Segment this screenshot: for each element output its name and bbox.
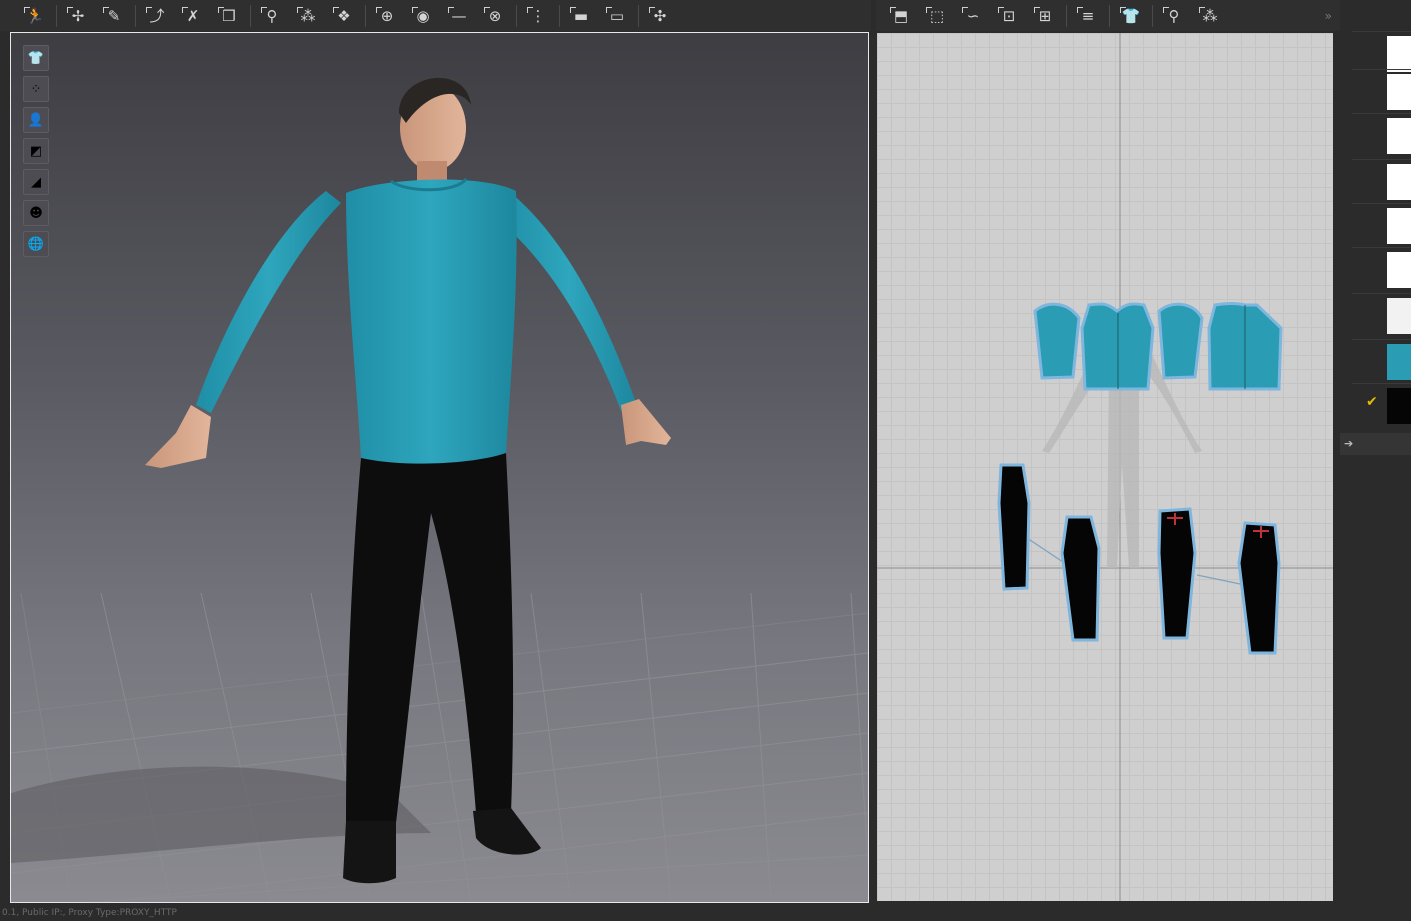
select-mesh-icon[interactable]: ⁂ bbox=[295, 4, 321, 28]
toolbar-separator bbox=[1066, 4, 1067, 27]
toolbar-separator bbox=[516, 4, 517, 27]
viewport-3d[interactable]: 👕 ⁘ 👤 ◩ ◢ ☻ 🌐 bbox=[10, 32, 869, 903]
avatar-left-shoe bbox=[343, 821, 396, 884]
status-bar: 0.1, Public IP:, Proxy Type:PROXY_HTTP bbox=[2, 908, 177, 918]
pattern-left-sleeve[interactable] bbox=[1033, 302, 1081, 380]
fabric-swatch[interactable] bbox=[1387, 74, 1411, 110]
edit-pattern-icon[interactable]: ⬒ bbox=[888, 4, 914, 28]
swatch-row[interactable] bbox=[1352, 113, 1411, 158]
reset-icon[interactable]: ✣ bbox=[647, 4, 673, 28]
avatar-left-hand bbox=[145, 405, 211, 468]
toolbar-separator bbox=[1152, 4, 1153, 27]
flat-arrange-icon[interactable]: ▭ bbox=[604, 4, 630, 28]
segment-sewing-icon[interactable]: ⊞ bbox=[1032, 4, 1058, 28]
fabric-swatch[interactable] bbox=[1387, 118, 1411, 154]
shadow-icon[interactable]: ◢ bbox=[23, 169, 49, 195]
texture-display-icon[interactable]: ◩ bbox=[23, 138, 49, 164]
environment-icon[interactable]: 🌐 bbox=[23, 231, 49, 257]
fold-icon[interactable]: ❒ bbox=[216, 4, 242, 28]
avatar-pants bbox=[346, 453, 514, 823]
tack-icon[interactable]: ⤴ bbox=[144, 4, 170, 28]
fold-arrange-icon[interactable]: ▬ bbox=[568, 4, 594, 28]
zipper-icon[interactable]: ⋮ bbox=[525, 4, 551, 28]
viewport-toolbar: 👕 ⁘ 👤 ◩ ◢ ☻ 🌐 bbox=[23, 45, 49, 257]
tack-remove-icon[interactable]: ✗ bbox=[180, 4, 206, 28]
avatar-left-arm bbox=[196, 191, 341, 413]
check-icon: ✔ bbox=[1366, 394, 1378, 410]
skin-icon[interactable]: ☻ bbox=[23, 200, 49, 226]
swatch-row[interactable] bbox=[1352, 69, 1411, 114]
avatar-shirt bbox=[346, 179, 517, 464]
swatch-row[interactable] bbox=[1352, 247, 1411, 292]
measure-line-icon[interactable]: — bbox=[446, 4, 472, 28]
fabric-icon[interactable]: ≡ bbox=[1075, 4, 1101, 28]
avatar-pose-icon[interactable]: 🏃 bbox=[22, 4, 48, 28]
pattern-pant-4[interactable] bbox=[1237, 521, 1281, 655]
fabric-swatch[interactable] bbox=[1387, 208, 1411, 244]
avatar-right-hand bbox=[621, 399, 671, 445]
garment-icon[interactable]: 👕 bbox=[1118, 4, 1144, 28]
floor-grid bbox=[11, 592, 868, 902]
swatch-row[interactable]: ✔ bbox=[1352, 383, 1411, 428]
avatar-display-icon[interactable]: 👤 bbox=[23, 107, 49, 133]
fabric-swatch[interactable] bbox=[1387, 298, 1411, 334]
edit-curve-icon[interactable]: ∽ bbox=[960, 4, 986, 28]
toolbar-separator bbox=[1109, 4, 1110, 27]
toolbar-separator bbox=[135, 4, 136, 27]
garment-display-icon[interactable]: 👕 bbox=[23, 45, 49, 71]
toolbar-overflow-icon[interactable]: » bbox=[1325, 9, 1332, 23]
buttonhole-icon[interactable]: ◉ bbox=[410, 4, 436, 28]
toolbar-separator bbox=[638, 4, 639, 27]
fabric-swatch[interactable] bbox=[1387, 344, 1411, 380]
sewing-free-icon[interactable]: ⚲ bbox=[1161, 4, 1187, 28]
pattern-right-sleeve[interactable] bbox=[1157, 302, 1204, 380]
pattern-canvas bbox=[877, 33, 1333, 901]
toolbar-separator bbox=[365, 4, 366, 27]
move-edge-icon[interactable]: ✎ bbox=[101, 4, 127, 28]
toolbar-separator bbox=[559, 4, 560, 27]
pattern-window-2d[interactable] bbox=[877, 33, 1333, 901]
button-icon[interactable]: ⊕ bbox=[374, 4, 400, 28]
lock-icon[interactable]: ⊗ bbox=[482, 4, 508, 28]
fabric-swatch-panel: ✔ ➔ bbox=[1340, 31, 1411, 921]
strengthen-icon[interactable]: ❖ bbox=[331, 4, 357, 28]
particle-distance-icon[interactable]: ⁘ bbox=[23, 76, 49, 102]
expand-arrow-icon[interactable]: ➔ bbox=[1340, 433, 1411, 455]
pattern-pant-2[interactable] bbox=[1060, 515, 1101, 642]
swatch-row[interactable] bbox=[1352, 339, 1411, 384]
pattern-pant-1[interactable] bbox=[997, 463, 1031, 591]
toolbar-separator bbox=[56, 4, 57, 27]
fabric-swatch[interactable] bbox=[1387, 36, 1411, 72]
fabric-swatch[interactable] bbox=[1387, 164, 1411, 200]
add-point-icon[interactable]: ⊡ bbox=[996, 4, 1022, 28]
move-point-icon[interactable]: ✢ bbox=[65, 4, 91, 28]
swatch-row[interactable] bbox=[1352, 203, 1411, 248]
avatar-right-shoe bbox=[473, 808, 541, 855]
fabric-swatch[interactable] bbox=[1387, 252, 1411, 288]
swatch-row[interactable] bbox=[1352, 293, 1411, 338]
toolbar-3d: 🏃 ✢ ✎ ⤴ ✗ ❒ ⚲ ⁂ ❖ ⊕ ◉ — ⊗ ⋮ ▬ ▭ ✣ bbox=[0, 0, 871, 31]
toolbar-2d: ⬒ ⬚ ∽ ⊡ ⊞ ≡ 👕 ⚲ ⁂ » bbox=[876, 0, 1340, 31]
swatch-row[interactable] bbox=[1352, 159, 1411, 204]
pin-icon[interactable]: ⚲ bbox=[259, 4, 285, 28]
fabric-swatch[interactable] bbox=[1387, 388, 1411, 424]
scene-3d bbox=[11, 77, 868, 902]
avatar-right-arm bbox=[501, 193, 636, 411]
sewing-pair-icon[interactable]: ⁂ bbox=[1197, 4, 1223, 28]
pattern-pant-3[interactable] bbox=[1157, 507, 1197, 640]
transform-icon[interactable]: ⬚ bbox=[924, 4, 950, 28]
toolbar-separator bbox=[250, 4, 251, 27]
